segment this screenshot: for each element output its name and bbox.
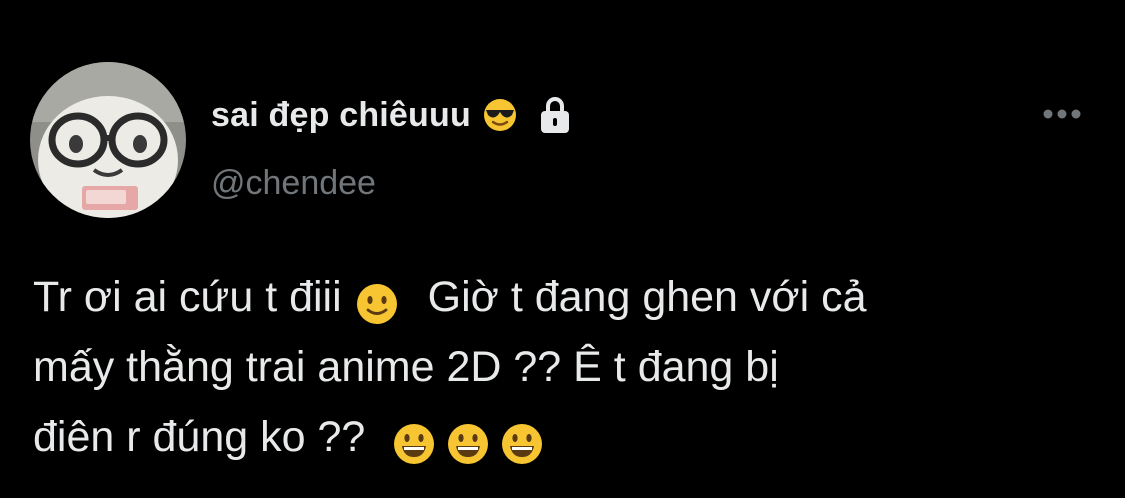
slightly-smiling-face-icon xyxy=(356,276,398,324)
grinning-face-icon xyxy=(447,416,489,464)
display-name-row: sai đẹp chiêuuu xyxy=(211,92,571,138)
avatar[interactable] xyxy=(30,62,186,218)
tweet-text-line: điên r đúng ko ?? xyxy=(33,402,1108,472)
tweet-text-segment: Giờ t đang ghen với cả xyxy=(427,273,867,321)
display-name[interactable]: sai đẹp chiêuuu xyxy=(211,96,471,135)
user-handle[interactable]: @chendee xyxy=(211,164,376,203)
more-horizontal-icon xyxy=(1043,109,1081,119)
tweet-text-segment: mấy thằng trai anime 2D ?? Ê t đang bị xyxy=(33,343,779,391)
smiling-face-with-sunglasses-icon xyxy=(483,98,517,132)
lock-icon xyxy=(539,96,571,134)
tweet-text-segment: điên r đúng ko ?? xyxy=(33,413,366,461)
grinning-face-icon xyxy=(393,416,435,464)
tweet-text-segment: Tr ơi ai cứu t điii xyxy=(33,273,342,321)
tweet-text-line: mấy thằng trai anime 2D ?? Ê t đang bị xyxy=(33,332,1108,402)
grinning-face-icon xyxy=(501,416,543,464)
tweet-card: sai đẹp chiêuuu @chendee Tr ơi ai cứu t xyxy=(0,0,1125,498)
tweet-text-line: Tr ơi ai cứu t điii Giờ t đang ghen với … xyxy=(33,262,1108,332)
more-options-button[interactable] xyxy=(1038,98,1086,130)
tweet-text: Tr ơi ai cứu t điii Giờ t đang ghen với … xyxy=(33,262,1108,472)
